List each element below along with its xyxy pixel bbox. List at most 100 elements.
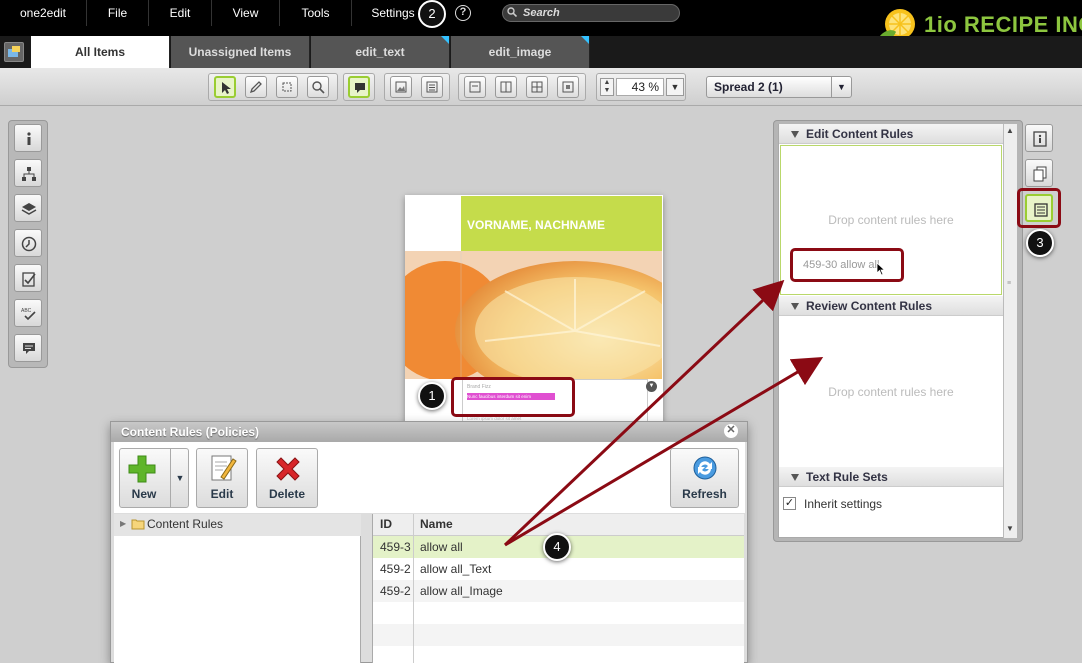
search-input[interactable]: Search — [502, 4, 680, 22]
structure-palette-button[interactable] — [14, 159, 42, 187]
column-header-id[interactable]: ID — [380, 514, 392, 534]
orange-photo[interactable] — [405, 251, 662, 379]
hierarchy-icon — [22, 167, 36, 181]
spread-select[interactable]: Spread 2 (1) ▼ — [706, 76, 852, 98]
scroll-grip-icon[interactable]: ≡ — [1007, 280, 1011, 287]
help-icon[interactable]: ? — [455, 5, 471, 21]
pen-tool-button[interactable] — [245, 76, 267, 98]
edit-drop-hint: Drop content rules here — [828, 213, 954, 227]
callout-highlight — [1017, 188, 1061, 228]
layout-grid-button[interactable] — [526, 76, 548, 98]
spread-select-value: Spread 2 (1) — [714, 80, 783, 94]
checklist-icon — [22, 272, 36, 287]
info-panel-button[interactable] — [1025, 124, 1053, 152]
comments-palette-button[interactable] — [14, 334, 42, 362]
dialog-title[interactable]: Content Rules (Policies) — [111, 422, 747, 442]
row-name: allow all — [420, 540, 463, 554]
tab-unassigned-items[interactable]: Unassigned Items — [171, 36, 310, 68]
step-badge-3: 3 — [1026, 229, 1054, 257]
callout-highlight — [451, 377, 575, 417]
tasks-palette-button[interactable] — [14, 264, 42, 292]
comment-tool-button[interactable] — [348, 76, 370, 98]
plus-icon — [128, 455, 156, 483]
image-view-button[interactable] — [390, 76, 412, 98]
refresh-button[interactable]: Refresh — [670, 448, 739, 508]
crop-tool-button[interactable] — [276, 76, 298, 98]
mouse-cursor-icon — [876, 262, 886, 276]
tree-item-content-rules[interactable]: ▶ Content Rules — [114, 514, 361, 536]
history-palette-button[interactable] — [14, 229, 42, 257]
zoom-level-field[interactable]: 43 % — [616, 78, 664, 96]
dropped-rule-item[interactable]: 459-30 allow all — [790, 248, 904, 282]
rules-tree — [114, 514, 361, 663]
text-rule-sets-header[interactable]: Text Rule Sets — [779, 467, 1003, 487]
info-icon — [27, 132, 31, 145]
inherit-settings-label: Inherit settings — [804, 497, 883, 511]
tab-edit-image-label: edit_image — [488, 45, 552, 59]
review-drop-hint: Drop content rules here — [828, 385, 954, 399]
refresh-button-label: Refresh — [682, 487, 727, 501]
tab-edit-text-label: edit_text — [355, 45, 405, 59]
menu-edit[interactable]: Edit — [149, 0, 212, 26]
chevron-down-icon: ▼ — [831, 77, 851, 97]
spellcheck-palette-button[interactable]: ABC — [14, 299, 42, 327]
tab-all-items[interactable]: All Items — [31, 36, 170, 68]
step-badge-1: 1 — [418, 382, 446, 410]
column-divider — [413, 514, 414, 663]
new-rule-button[interactable]: ▼ New — [119, 448, 189, 508]
scroll-up-icon[interactable]: ▲ — [1006, 126, 1014, 135]
collapse-triangle-icon[interactable] — [791, 303, 799, 310]
scroll-down-icon[interactable]: ▼ — [1006, 524, 1014, 533]
info-palette-button[interactable] — [14, 124, 42, 152]
menu-tools[interactable]: Tools — [280, 0, 352, 26]
layers-icon — [21, 203, 37, 215]
menu-one2edit[interactable]: one2edit — [0, 0, 87, 26]
collapse-triangle-icon[interactable] — [791, 131, 799, 138]
delete-button-label: Delete — [268, 487, 306, 501]
layout-double-button[interactable] — [495, 76, 517, 98]
chevron-down-icon[interactable]: ▼ — [170, 449, 189, 507]
pages-panel-button[interactable] — [1025, 159, 1053, 187]
layout-single-button[interactable] — [464, 76, 486, 98]
edit-content-rules-header[interactable]: Edit Content Rules — [779, 124, 1003, 144]
tab-marker-icon — [441, 36, 449, 44]
column-header-name[interactable]: Name — [420, 514, 453, 534]
page-header-name[interactable]: VORNAME, NACHNAME — [467, 218, 605, 232]
delete-rule-button[interactable]: Delete — [256, 448, 318, 508]
info-doc-icon — [1033, 131, 1047, 147]
spellcheck-icon: ABC — [21, 308, 36, 321]
delete-x-icon — [276, 457, 300, 481]
step-badge-4: 4 — [543, 533, 571, 561]
copy-pages-icon — [1033, 166, 1047, 182]
tab-edit-text[interactable]: edit_text — [311, 36, 450, 68]
brand-logo-text: 1io RECIPE INC. — [924, 12, 1082, 37]
frame-options-icon[interactable]: ▼ — [646, 381, 657, 392]
speech-bubble-icon — [23, 343, 35, 354]
close-icon[interactable]: ✕ — [724, 424, 738, 438]
folder-icon — [131, 519, 145, 530]
search-icon — [507, 7, 517, 17]
edit-rule-button[interactable]: Edit — [196, 448, 248, 508]
step-badge-2: 2 — [418, 0, 446, 28]
row-id: 459-2 — [380, 584, 411, 598]
inherit-settings-checkbox[interactable]: ✓ — [783, 497, 796, 510]
table-row[interactable]: 459-2 allow all_Image — [373, 580, 744, 602]
layout-fit-button[interactable] — [557, 76, 579, 98]
table-row[interactable]: 459-2 allow all_Text — [373, 558, 744, 580]
layers-palette-button[interactable] — [14, 194, 42, 222]
zoom-tool-button[interactable] — [307, 76, 329, 98]
review-content-rules-header[interactable]: Review Content Rules — [779, 296, 1003, 316]
empty-row — [373, 624, 744, 646]
zoom-stepper[interactable]: ▲ ▼ — [600, 78, 614, 96]
menu-view[interactable]: View — [212, 0, 280, 26]
panel-scrollbar[interactable]: ▲ ≡ ▼ — [1003, 124, 1017, 538]
tree-item-label: Content Rules — [147, 517, 224, 531]
tab-edit-image[interactable]: edit_image — [451, 36, 590, 68]
menu-file[interactable]: File — [87, 0, 149, 26]
text-view-button[interactable] — [421, 76, 443, 98]
panel-toggle-icon[interactable] — [4, 42, 24, 62]
collapse-triangle-icon[interactable] — [791, 474, 799, 481]
select-tool-button[interactable] — [214, 76, 236, 98]
tree-expand-icon[interactable]: ▶ — [120, 514, 126, 534]
zoom-dropdown-icon[interactable]: ▼ — [666, 78, 684, 96]
